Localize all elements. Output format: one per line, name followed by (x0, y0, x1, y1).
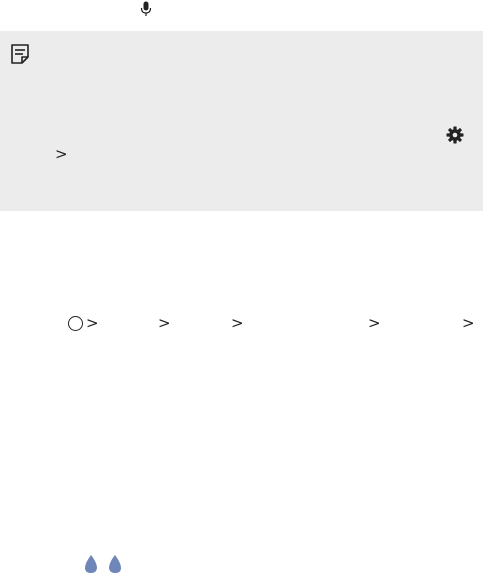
gear-icon (446, 126, 464, 144)
earbuds-icon (82, 551, 126, 573)
path-separator-3: > (231, 314, 244, 332)
home-button-icon (68, 316, 83, 331)
note-icon (10, 43, 30, 65)
microphone-icon (140, 1, 152, 17)
path-separator-2: > (158, 314, 171, 332)
note-box: > (0, 31, 483, 211)
path-separator-1: > (86, 314, 99, 332)
note-chevron: > (55, 145, 68, 163)
path-separator-4: > (368, 314, 381, 332)
path-separator-5: > (462, 314, 475, 332)
